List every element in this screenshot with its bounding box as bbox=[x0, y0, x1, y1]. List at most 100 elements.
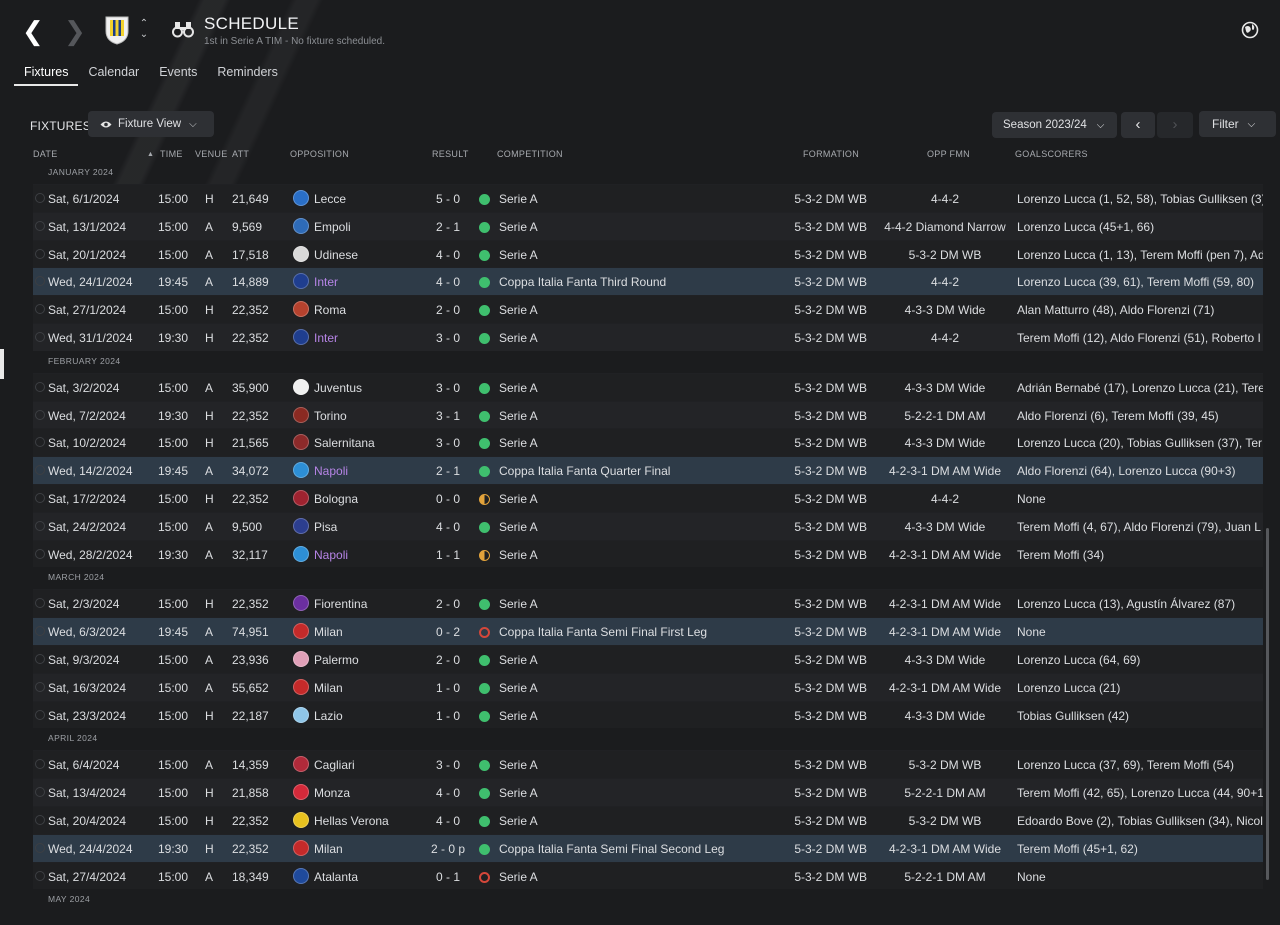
column-header-time[interactable]: TIME bbox=[160, 149, 183, 159]
fixture-row[interactable]: Sat, 16/3/2024 15:00 A 55,652 Milan 1 - 0 Seri… bbox=[33, 672, 1263, 701]
club-switch-icon[interactable]: ⌃ ⌄ bbox=[138, 18, 150, 44]
competition-link[interactable]: Serie A bbox=[499, 548, 538, 562]
opponent-link[interactable]: Milan bbox=[314, 842, 343, 856]
opponent-link[interactable]: Udinese bbox=[314, 248, 358, 262]
opponent-link[interactable]: Inter bbox=[314, 275, 338, 289]
fixture-row[interactable]: Wed, 6/3/2024 19:45 A 74,951 Milan 0 - 2 Coppa… bbox=[33, 617, 1263, 645]
fixture-result[interactable]: 4 - 0 bbox=[413, 814, 483, 828]
opponent-link[interactable]: Palermo bbox=[314, 653, 359, 667]
fixture-row[interactable]: Sat, 20/4/2024 15:00 H 22,352 Hellas Verona 4… bbox=[33, 805, 1263, 834]
fixture-row[interactable]: Wed, 24/1/2024 19:45 A 14,889 Inter 4 - 0 Copp… bbox=[33, 267, 1263, 296]
forward-icon[interactable]: ❯ bbox=[64, 18, 88, 44]
fixture-row[interactable]: Sat, 6/1/2024 15:00 H 21,649 Lecce 5 - 0 Serie… bbox=[33, 184, 1263, 212]
competition-link[interactable]: Coppa Italia Fanta Semi Final First Leg bbox=[499, 625, 707, 639]
fixture-result[interactable]: 2 - 0 p bbox=[413, 842, 483, 856]
tab-fixtures[interactable]: Fixtures bbox=[14, 62, 79, 86]
opponent-link[interactable]: Milan bbox=[314, 625, 343, 639]
row-select-checkbox[interactable] bbox=[35, 626, 45, 637]
row-select-checkbox[interactable] bbox=[35, 842, 45, 853]
season-dropdown[interactable]: Season 2023/24 ⌵ bbox=[992, 112, 1117, 138]
fixture-row[interactable]: Wed, 7/2/2024 19:30 H 22,352 Torino 3 - 1 Seri… bbox=[33, 400, 1263, 429]
competition-link[interactable]: Serie A bbox=[499, 492, 538, 506]
fixture-row[interactable]: Sat, 24/2/2024 15:00 A 9,500 Pisa 4 - 0 Serie … bbox=[33, 511, 1263, 540]
fixture-result[interactable]: 1 - 1 bbox=[413, 548, 483, 562]
competition-link[interactable]: Serie A bbox=[499, 436, 538, 450]
fixture-result[interactable]: 0 - 0 bbox=[413, 492, 483, 506]
opponent-link[interactable]: Lazio bbox=[314, 709, 343, 723]
opponent-link[interactable]: Bologna bbox=[314, 492, 358, 506]
competition-link[interactable]: Serie A bbox=[499, 248, 538, 262]
opponent-link[interactable]: Pisa bbox=[314, 520, 337, 534]
row-select-checkbox[interactable] bbox=[35, 276, 45, 287]
column-header-formation[interactable]: FORMATION bbox=[803, 149, 859, 159]
competition-link[interactable]: Serie A bbox=[499, 192, 538, 206]
competition-link[interactable]: Serie A bbox=[499, 758, 538, 772]
fixture-row[interactable]: Sat, 9/3/2024 15:00 A 23,936 Palermo 2 - 0 Ser… bbox=[33, 644, 1263, 673]
fixture-row[interactable]: Sat, 10/2/2024 15:00 H 21,565 Salernitana 3 -… bbox=[33, 428, 1263, 457]
fixture-row[interactable]: Wed, 24/4/2024 19:30 H 22,352 Milan 2 - 0 p Co… bbox=[33, 833, 1263, 862]
opponent-link[interactable]: Inter bbox=[314, 331, 338, 345]
row-select-checkbox[interactable] bbox=[35, 709, 45, 720]
fixture-row[interactable]: Sat, 6/4/2024 15:00 A 14,359 Cagliari 3 - 0 Se… bbox=[33, 750, 1263, 779]
side-panel-handle[interactable] bbox=[0, 349, 4, 379]
fixture-result[interactable]: 2 - 0 bbox=[413, 653, 483, 667]
fixture-result[interactable]: 2 - 0 bbox=[413, 597, 483, 611]
fixture-result[interactable]: 4 - 0 bbox=[413, 786, 483, 800]
fixture-row[interactable]: Wed, 31/1/2024 19:30 H 22,352 Inter 3 - 0 Seri… bbox=[33, 322, 1263, 351]
competition-link[interactable]: Serie A bbox=[499, 520, 538, 534]
opponent-link[interactable]: Napoli bbox=[314, 548, 348, 562]
tab-reminders[interactable]: Reminders bbox=[207, 62, 287, 86]
row-select-checkbox[interactable] bbox=[35, 304, 45, 315]
opponent-link[interactable]: Fiorentina bbox=[314, 597, 367, 611]
fixture-result[interactable]: 4 - 0 bbox=[413, 520, 483, 534]
row-select-checkbox[interactable] bbox=[35, 759, 45, 770]
back-icon[interactable]: ❮ bbox=[22, 18, 46, 44]
competition-link[interactable]: Serie A bbox=[499, 409, 538, 423]
fixture-result[interactable]: 3 - 1 bbox=[413, 409, 483, 423]
globe-icon[interactable] bbox=[1241, 21, 1259, 39]
row-select-checkbox[interactable] bbox=[35, 548, 45, 559]
opponent-link[interactable]: Torino bbox=[314, 409, 347, 423]
fixture-view-dropdown[interactable]: Fixture View ⌵ bbox=[88, 111, 214, 137]
column-header-opp-fmn[interactable]: OPP FMN bbox=[927, 149, 970, 159]
row-select-checkbox[interactable] bbox=[35, 598, 45, 609]
row-select-checkbox[interactable] bbox=[35, 465, 45, 476]
row-select-checkbox[interactable] bbox=[35, 520, 45, 531]
competition-link[interactable]: Serie A bbox=[499, 303, 538, 317]
fixture-result[interactable]: 5 - 0 bbox=[413, 192, 483, 206]
vertical-scrollbar[interactable] bbox=[1266, 528, 1269, 880]
row-select-checkbox[interactable] bbox=[35, 409, 45, 420]
competition-link[interactable]: Coppa Italia Fanta Quarter Final bbox=[499, 464, 670, 478]
row-select-checkbox[interactable] bbox=[35, 193, 45, 203]
fixture-result[interactable]: 2 - 1 bbox=[413, 220, 483, 234]
binoculars-icon[interactable] bbox=[172, 20, 194, 38]
fixture-row[interactable]: Sat, 27/4/2024 15:00 A 18,349 Atalanta 0 - 1 S… bbox=[33, 861, 1263, 890]
fixture-row[interactable]: Wed, 28/2/2024 19:30 A 32,117 Napoli 1 - 1 Ser… bbox=[33, 539, 1263, 568]
fixture-row[interactable]: Sat, 23/3/2024 15:00 H 22,187 Lazio 1 - 0 Seri… bbox=[33, 700, 1263, 729]
row-select-checkbox[interactable] bbox=[35, 220, 45, 231]
tab-events[interactable]: Events bbox=[149, 62, 207, 86]
competition-link[interactable]: Serie A bbox=[499, 220, 538, 234]
fixture-result[interactable]: 3 - 0 bbox=[413, 381, 483, 395]
fixture-result[interactable]: 3 - 0 bbox=[413, 758, 483, 772]
fixture-row[interactable]: Wed, 14/2/2024 19:45 A 34,072 Napoli 2 - 1 Cop… bbox=[33, 456, 1263, 484]
fixture-row[interactable]: Sat, 20/1/2024 15:00 A 17,518 Udinese 4 - 0 Se… bbox=[33, 239, 1263, 268]
row-select-checkbox[interactable] bbox=[35, 437, 45, 448]
column-header-opposition[interactable]: OPPOSITION bbox=[290, 149, 349, 159]
fixture-row[interactable]: Sat, 13/1/2024 15:00 A 9,569 Empoli 2 - 1 Seri… bbox=[33, 211, 1263, 240]
opponent-link[interactable]: Roma bbox=[314, 303, 346, 317]
competition-link[interactable]: Serie A bbox=[499, 786, 538, 800]
row-select-checkbox[interactable] bbox=[35, 653, 45, 664]
row-select-checkbox[interactable] bbox=[35, 787, 45, 798]
previous-season-button[interactable]: ‹ bbox=[1121, 112, 1155, 138]
column-header-venue[interactable]: VENUE bbox=[195, 149, 228, 159]
fixture-result[interactable]: 2 - 0 bbox=[413, 303, 483, 317]
opponent-link[interactable]: Salernitana bbox=[314, 436, 375, 450]
fixture-result[interactable]: 1 - 0 bbox=[413, 709, 483, 723]
fixture-result[interactable]: 1 - 0 bbox=[413, 681, 483, 695]
column-header-date[interactable]: DATE bbox=[33, 149, 58, 159]
row-select-checkbox[interactable] bbox=[35, 492, 45, 503]
opponent-link[interactable]: Juventus bbox=[314, 381, 362, 395]
fixture-result[interactable]: 2 - 1 bbox=[413, 464, 483, 478]
opponent-link[interactable]: Monza bbox=[314, 786, 350, 800]
